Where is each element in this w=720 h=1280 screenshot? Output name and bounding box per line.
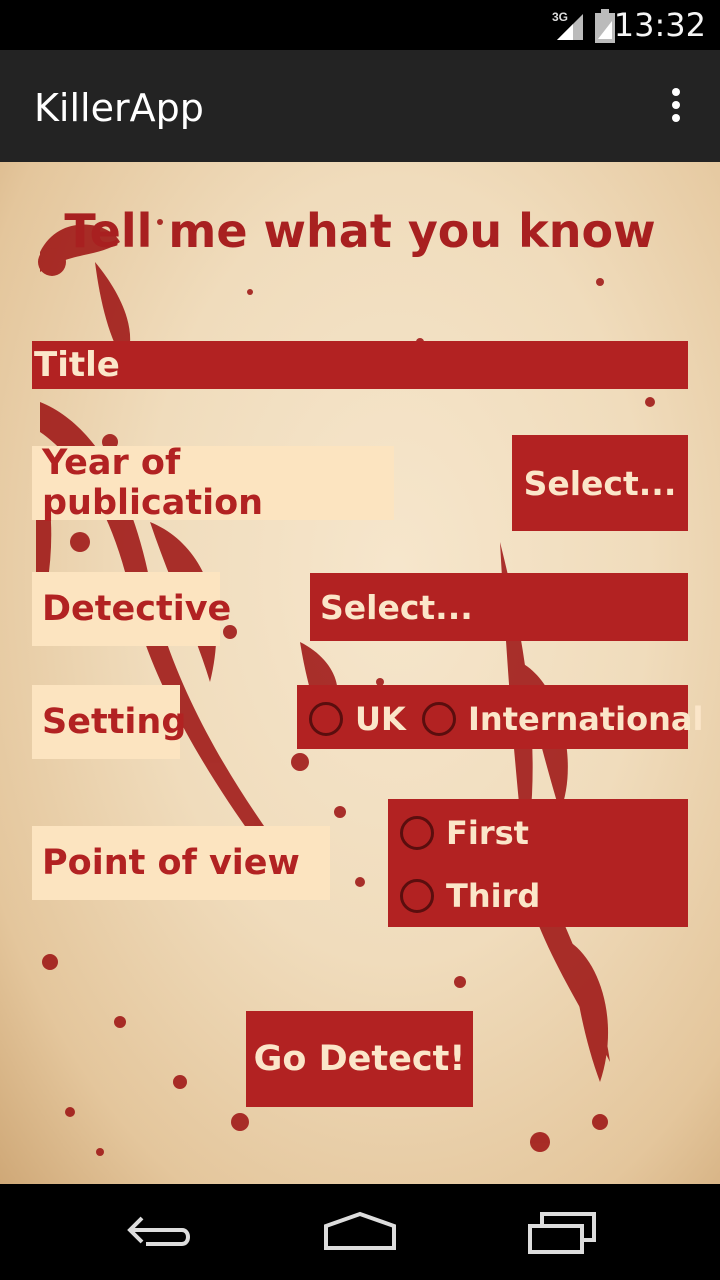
point-of-view-label: Point of view: [32, 826, 330, 900]
action-bar: KillerApp: [0, 50, 720, 162]
status-bar: 3G 13:32: [0, 0, 720, 50]
recent-apps-icon[interactable]: [526, 1210, 598, 1254]
battery-icon: [595, 9, 615, 43]
radio-button-icon[interactable]: [422, 702, 456, 736]
home-icon[interactable]: [322, 1210, 398, 1250]
detective-select-text: Select...: [320, 587, 473, 627]
title-placeholder: Title: [34, 345, 120, 385]
point-of-view-text: Point of view: [42, 843, 300, 883]
page-heading: Tell me what you know: [64, 204, 656, 258]
radio-button-icon[interactable]: [400, 816, 434, 850]
navigation-bar: [0, 1184, 720, 1280]
radio-button-icon[interactable]: [309, 702, 343, 736]
back-icon[interactable]: [124, 1210, 196, 1250]
signal-icon: [557, 14, 583, 40]
setting-option-international-label: International: [468, 700, 704, 738]
year-of-publication-label: Year of publication: [32, 443, 394, 523]
pov-option-third[interactable]: Third: [400, 877, 540, 915]
title-input[interactable]: Title: [32, 341, 688, 389]
setting-option-international[interactable]: International: [422, 700, 703, 738]
pov-option-first[interactable]: First: [400, 814, 529, 852]
pov-radio-group: First Third: [388, 799, 688, 927]
setting-option-uk-label: UK: [355, 700, 406, 738]
radio-button-icon[interactable]: [400, 879, 434, 913]
detective-select[interactable]: Select...: [310, 573, 688, 641]
year-select-text: Select...: [523, 463, 677, 503]
app-title: KillerApp: [34, 86, 204, 130]
setting-text: Setting: [42, 702, 187, 742]
setting-option-uk[interactable]: UK: [309, 700, 406, 738]
clock: 13:32: [613, 6, 706, 44]
detective-text: Detective: [42, 589, 232, 629]
go-detect-text: Go Detect!: [253, 1039, 466, 1079]
form-container: Tell me what you know Title Year of publ…: [0, 162, 720, 1184]
pov-option-first-label: First: [446, 814, 529, 852]
year-select-button[interactable]: Select...: [512, 435, 688, 531]
setting-label: Setting: [32, 685, 186, 759]
detective-label: Detective: [32, 572, 231, 646]
setting-radio-group: UK International: [297, 685, 703, 749]
pov-option-third-label: Third: [446, 877, 541, 915]
go-detect-button[interactable]: Go Detect!: [246, 1011, 473, 1107]
year-of-publication-text: Year of publication: [42, 443, 264, 523]
overflow-menu-icon[interactable]: [664, 88, 688, 128]
